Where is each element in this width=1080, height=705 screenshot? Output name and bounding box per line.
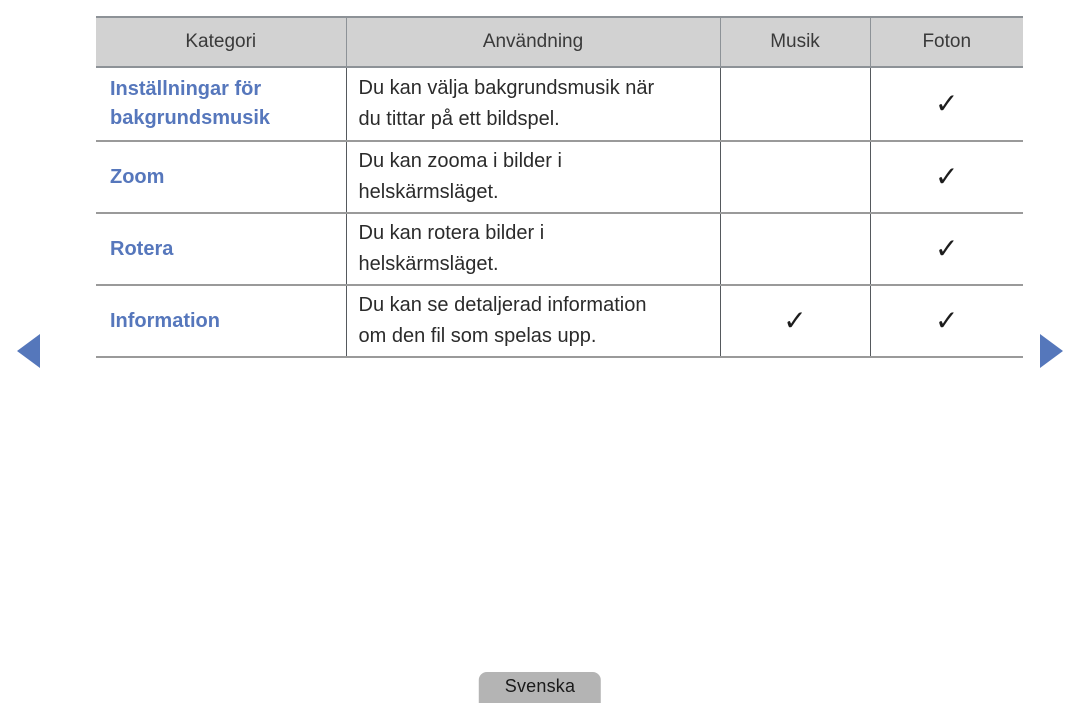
cell-musik (720, 67, 871, 142)
column-header-musik: Musik (720, 16, 871, 68)
table-body: Inställningar för bakgrundsmusik Du kan … (96, 67, 1023, 358)
cell-musik (720, 141, 871, 214)
checkmark-icon: ✓ (935, 87, 959, 120)
cell-foton: ✓ (870, 141, 1023, 214)
usage-text-line2: om den fil som spelas upp. (358, 325, 597, 347)
table-header-row: Kategori Användning Musik Foton (96, 16, 1023, 68)
column-header-anvandning: Användning (346, 16, 721, 68)
checkmark-icon: ✓ (935, 160, 959, 193)
cell-category: Zoom (96, 141, 347, 214)
table-row: Rotera Du kan rotera bilder i helskärmsl… (96, 213, 1023, 286)
cell-category: Inställningar för bakgrundsmusik (96, 67, 347, 142)
feature-table-container: Kategori Användning Musik Foton Inställn… (96, 16, 1023, 358)
cell-category: Information (96, 285, 347, 358)
table-header: Kategori Användning Musik Foton (96, 16, 1023, 68)
table-row: Information Du kan se detaljerad informa… (96, 285, 1023, 358)
cell-musik: ✓ (720, 285, 871, 358)
column-header-foton: Foton (870, 16, 1023, 68)
category-label-line2: bakgrundsmusik (110, 107, 271, 129)
usage-text-line2: du tittar på ett bildspel. (358, 108, 560, 130)
checkmark-icon: ✓ (935, 304, 959, 337)
cell-usage: Du kan välja bakgrundsmusik när du titta… (346, 67, 721, 142)
category-label-line1: Information (110, 309, 220, 332)
usage-text-line2: helskärmsläget. (358, 253, 499, 275)
category-label-line1: Zoom (110, 165, 165, 188)
cell-foton: ✓ (870, 285, 1023, 358)
checkmark-icon: ✓ (783, 304, 807, 337)
cell-musik (720, 213, 871, 286)
cell-foton: ✓ (870, 67, 1023, 142)
cell-usage: Du kan zooma i bilder i helskärmsläget. (346, 141, 721, 214)
triangle-right-icon[interactable] (1040, 334, 1063, 368)
usage-text-line1: Du kan rotera bilder i (358, 222, 545, 244)
column-header-kategori: Kategori (96, 16, 347, 68)
cell-usage: Du kan se detaljerad information om den … (346, 285, 721, 358)
cell-foton: ✓ (870, 213, 1023, 286)
category-label-line1: Inställningar för (110, 78, 262, 100)
usage-text-line2: helskärmsläget. (358, 181, 499, 203)
feature-table: Kategori Användning Musik Foton Inställn… (96, 16, 1023, 358)
table-row: Inställningar för bakgrundsmusik Du kan … (96, 67, 1023, 142)
cell-usage: Du kan rotera bilder i helskärmsläget. (346, 213, 721, 286)
language-badge: Svenska (478, 672, 602, 703)
usage-text-line1: Du kan zooma i bilder i (358, 150, 562, 172)
triangle-left-icon[interactable] (17, 334, 40, 368)
usage-text-line1: Du kan välja bakgrundsmusik när (358, 77, 655, 99)
table-row: Zoom Du kan zooma i bilder i helskärmslä… (96, 141, 1023, 214)
category-label-line1: Rotera (110, 237, 174, 260)
cell-category: Rotera (96, 213, 347, 286)
usage-text-line1: Du kan se detaljerad information (358, 294, 647, 316)
checkmark-icon: ✓ (935, 232, 959, 265)
